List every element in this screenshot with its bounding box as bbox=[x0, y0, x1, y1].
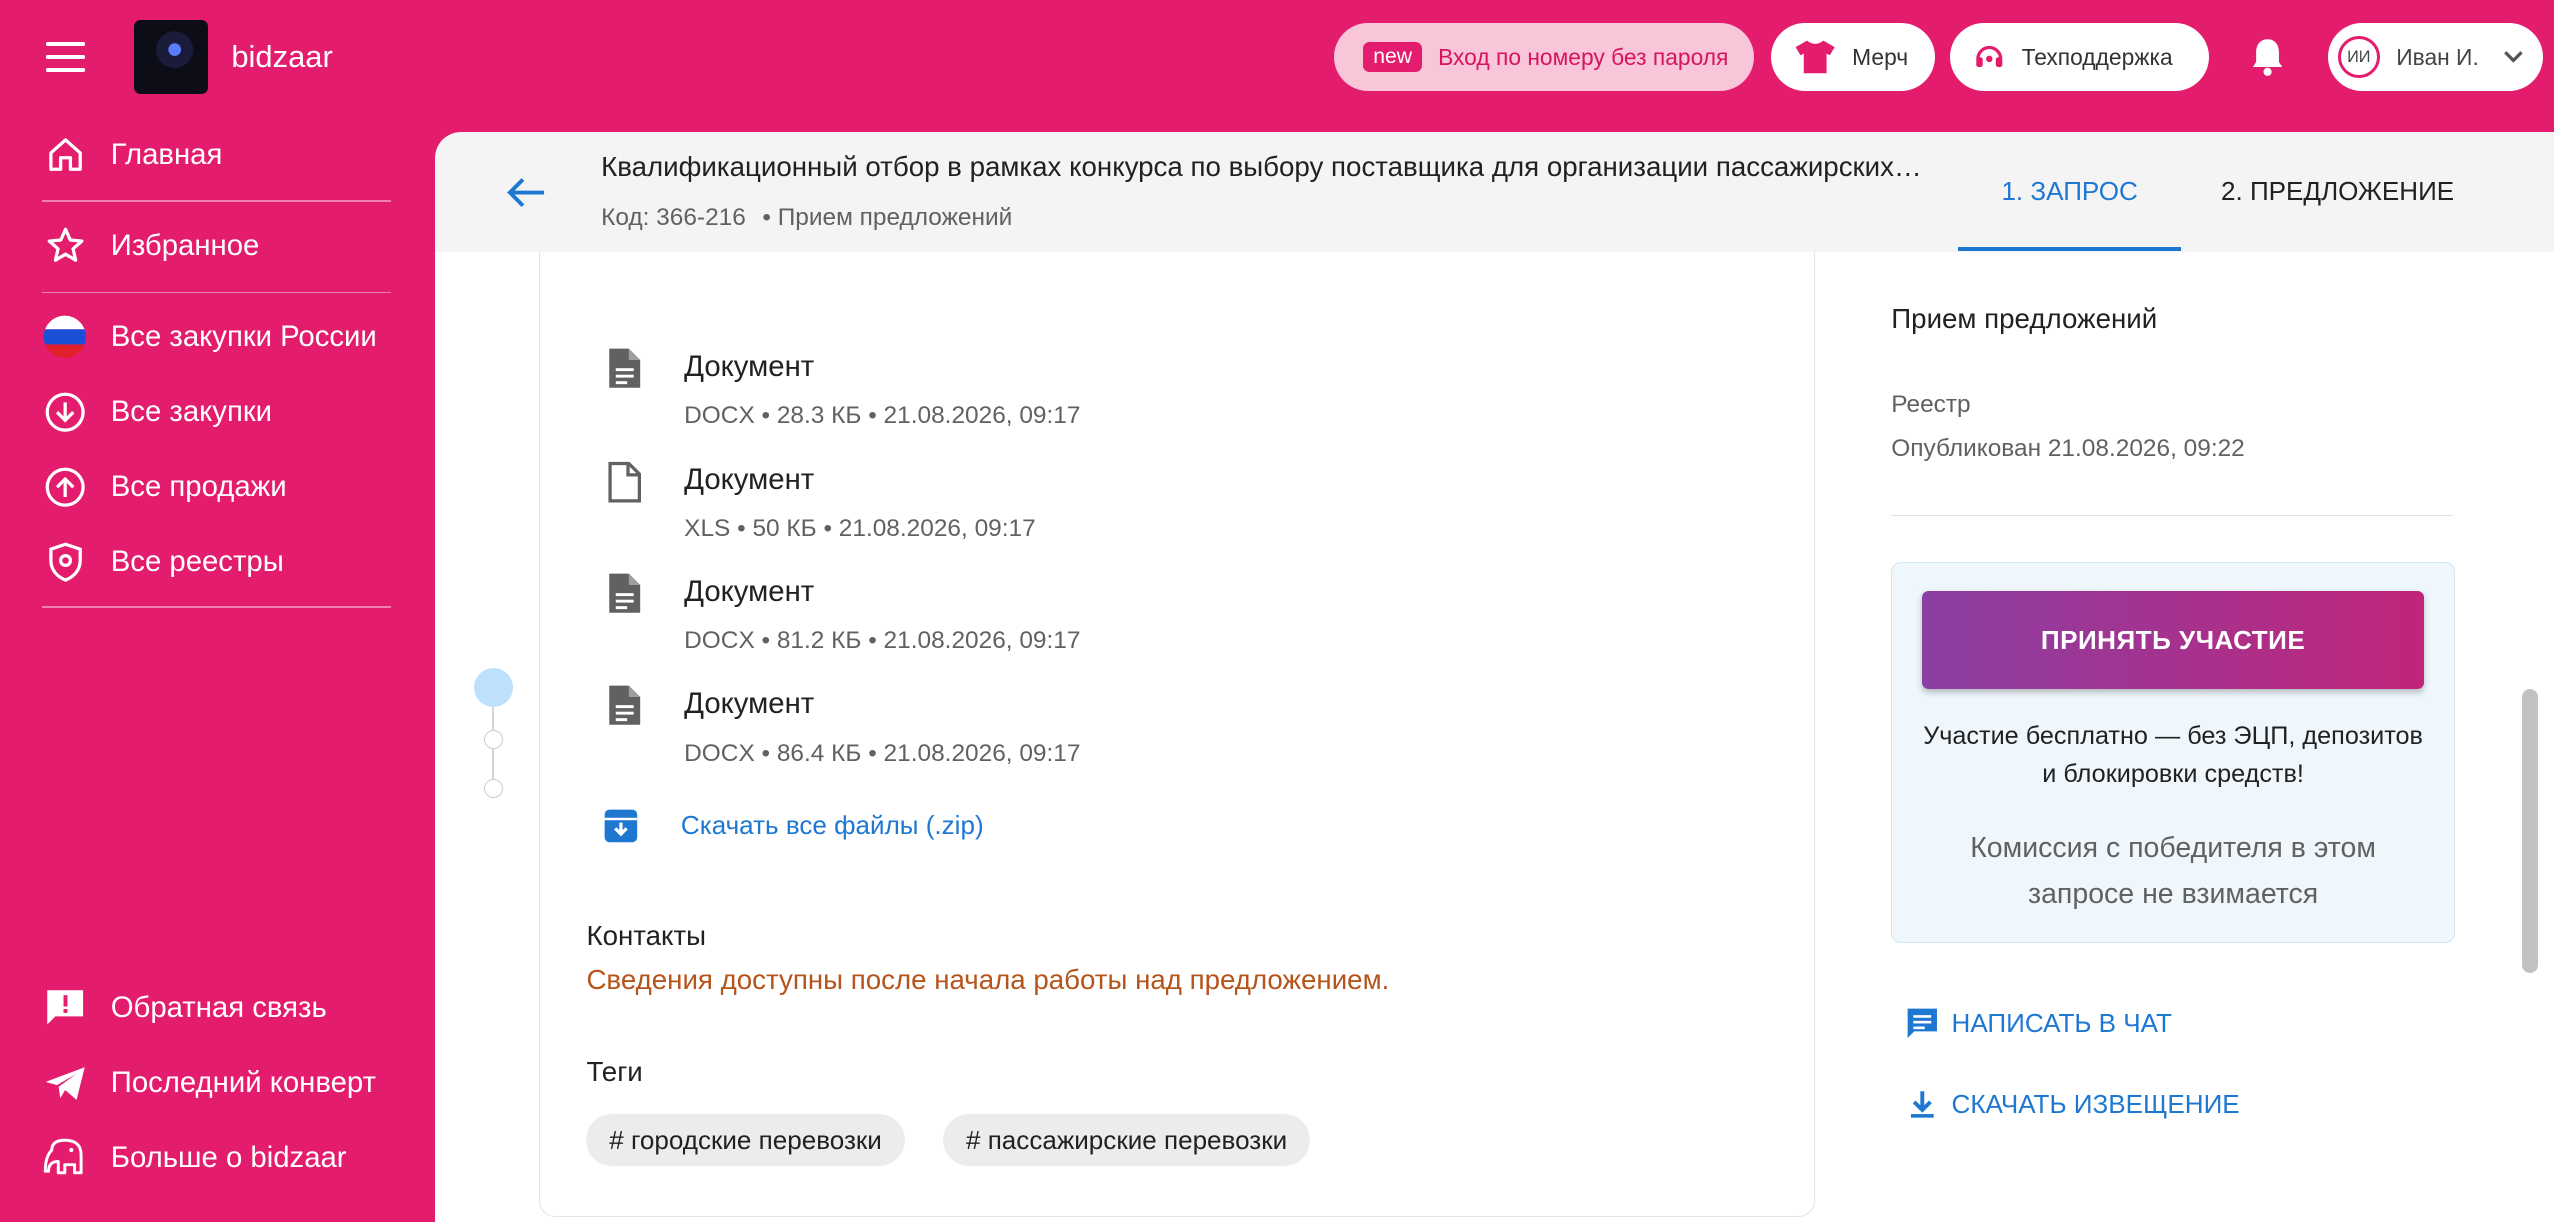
sidebar-item-sales[interactable]: Все продажи bbox=[42, 454, 391, 519]
sidebar-item-registries[interactable]: Все реестры bbox=[42, 529, 391, 594]
phone-login-label: Вход по номеру без пароля bbox=[1438, 43, 1729, 70]
request-status: • Прием предложений bbox=[762, 203, 1013, 231]
published-date: Опубликован 21.08.2026, 09:22 bbox=[1891, 434, 2245, 462]
chat-label: НАПИСАТЬ В ЧАТ bbox=[1951, 1007, 2172, 1038]
step-connector bbox=[491, 706, 494, 730]
menu-icon[interactable] bbox=[45, 39, 85, 75]
chevron-down-icon bbox=[2503, 50, 2523, 63]
sidebar-divider bbox=[42, 200, 391, 202]
tshirt-icon bbox=[1795, 40, 1835, 74]
elephant-icon bbox=[42, 1135, 88, 1181]
document-name[interactable]: Документ bbox=[684, 463, 814, 497]
logo-avatar[interactable] bbox=[133, 19, 209, 95]
logo-text[interactable]: bidzaar bbox=[231, 39, 332, 75]
download-notice-button[interactable]: СКАЧАТЬ ИЗВЕЩЕНИЕ bbox=[1906, 1085, 2240, 1124]
contacts-heading: Контакты bbox=[586, 920, 707, 952]
document-meta: XLS • 50 КБ • 21.08.2026, 09:17 bbox=[684, 514, 1036, 542]
sidebar-item-label: Главная bbox=[110, 137, 223, 171]
russia-flag-icon bbox=[42, 314, 88, 360]
request-code: Код: 366-216 bbox=[601, 203, 746, 231]
document-icon bbox=[609, 348, 641, 388]
free-participation-note: Участие бесплатно — без ЭЦП, депозитов и… bbox=[1923, 722, 2423, 788]
merch-label: Мерч bbox=[1852, 43, 1909, 70]
divider bbox=[1891, 514, 2454, 517]
sidebar-item-label: Избранное bbox=[110, 228, 260, 262]
sidebar-item-label: Все закупки bbox=[110, 395, 273, 429]
user-name: Иван И. bbox=[2396, 43, 2479, 70]
document-meta: DOCX • 28.3 КБ • 21.08.2026, 09:17 bbox=[684, 402, 1081, 430]
commission-note: Комиссия с победителя в этом запросе не … bbox=[1970, 831, 2376, 910]
sidebar-item-label: Обратная связь bbox=[110, 991, 327, 1025]
registry-label: Реестр bbox=[1891, 390, 1971, 418]
sidebar-item-home[interactable]: Главная bbox=[42, 122, 391, 187]
document-name[interactable]: Документ bbox=[684, 687, 814, 721]
scrollbar-thumb[interactable] bbox=[2521, 689, 2538, 973]
arrow-up-circle-icon bbox=[42, 464, 88, 510]
sidebar-item-purchases[interactable]: Все закупки bbox=[42, 380, 391, 445]
phone-login-button[interactable]: new Вход по номеру без пароля bbox=[1334, 22, 1755, 92]
sidebar-divider bbox=[42, 605, 391, 608]
archive-download-icon[interactable] bbox=[603, 808, 639, 844]
document-meta: DOCX • 81.2 КБ • 21.08.2026, 09:17 bbox=[684, 627, 1081, 655]
document-outline-icon bbox=[608, 461, 641, 503]
tag-chip[interactable]: # городские перевозки bbox=[586, 1114, 905, 1167]
download-icon bbox=[1910, 1091, 1934, 1118]
sidebar-item-label: Все реестры bbox=[110, 545, 284, 578]
new-badge: new bbox=[1363, 41, 1422, 73]
telegram-icon bbox=[42, 1060, 88, 1106]
sidebar-item-label: Последний конверт bbox=[110, 1066, 376, 1100]
document-icon bbox=[609, 573, 641, 613]
sidebar-item-label: Все продажи bbox=[110, 470, 287, 504]
tags-heading: Теги bbox=[586, 1055, 643, 1087]
star-icon bbox=[42, 223, 88, 269]
sidebar-divider bbox=[42, 291, 391, 294]
participate-button[interactable]: ПРИНЯТЬ УЧАСТИЕ bbox=[1922, 591, 2424, 690]
chat-icon bbox=[1907, 1008, 1937, 1038]
contacts-note: Сведения доступны после начала работы на… bbox=[586, 964, 1390, 996]
home-icon bbox=[42, 132, 88, 178]
status-title: Прием предложений bbox=[1891, 302, 2158, 334]
sidebar-item-last-envelope[interactable]: Последний конверт bbox=[42, 1051, 391, 1116]
document-icon bbox=[609, 685, 641, 725]
details-card bbox=[539, 252, 1815, 1217]
avatar: ИИ bbox=[2337, 35, 2380, 79]
sidebar-item-label: Больше о bidzaar bbox=[110, 1141, 347, 1175]
sidebar-item-feedback[interactable]: Обратная связь bbox=[42, 976, 391, 1041]
document-meta: DOCX • 86.4 КБ • 21.08.2026, 09:17 bbox=[684, 739, 1081, 767]
page-title: Квалификационный отбор в рамках конкурса… bbox=[601, 151, 1929, 183]
document-name[interactable]: Документ bbox=[684, 350, 814, 384]
support-label: Техподдержка bbox=[2021, 43, 2173, 70]
page-meta: Код: 366-216 • Прием предложений bbox=[601, 204, 1012, 232]
step-indicator-active[interactable] bbox=[474, 667, 514, 707]
step-connector bbox=[491, 749, 494, 779]
chat-button[interactable]: НАПИСАТЬ В ЧАТ bbox=[1906, 1003, 2172, 1042]
download-notice-label: СКАЧАТЬ ИЗВЕЩЕНИЕ bbox=[1951, 1088, 2240, 1119]
support-button[interactable]: Техподдержка bbox=[1949, 22, 2209, 92]
arrow-down-circle-icon bbox=[42, 389, 88, 435]
sidebar-item-favorites[interactable]: Избранное bbox=[42, 213, 391, 278]
merch-button[interactable]: Мерч bbox=[1770, 22, 1936, 92]
headset-icon bbox=[1975, 45, 2003, 67]
shield-icon bbox=[42, 539, 88, 585]
sidebar-item-label: Все закупки России bbox=[110, 320, 377, 354]
bell-icon[interactable] bbox=[2248, 36, 2287, 78]
back-arrow-icon[interactable] bbox=[505, 173, 547, 212]
document-name[interactable]: Документ bbox=[684, 575, 814, 609]
tag-chip[interactable]: # пассажирские перевозки bbox=[943, 1114, 1310, 1167]
tab-request[interactable]: 1. ЗАПРОС bbox=[1958, 160, 2182, 251]
user-menu[interactable]: ИИ Иван И. bbox=[2327, 22, 2543, 92]
feedback-icon bbox=[42, 986, 88, 1032]
sidebar-item-about[interactable]: Больше о bidzaar bbox=[42, 1126, 391, 1191]
download-all-link[interactable]: Скачать все файлы (.zip) bbox=[681, 810, 984, 841]
tab-proposal[interactable]: 2. ПРЕДЛОЖЕНИЕ bbox=[2199, 160, 2476, 251]
sidebar-item-russia[interactable]: Все закупки России bbox=[42, 305, 391, 370]
